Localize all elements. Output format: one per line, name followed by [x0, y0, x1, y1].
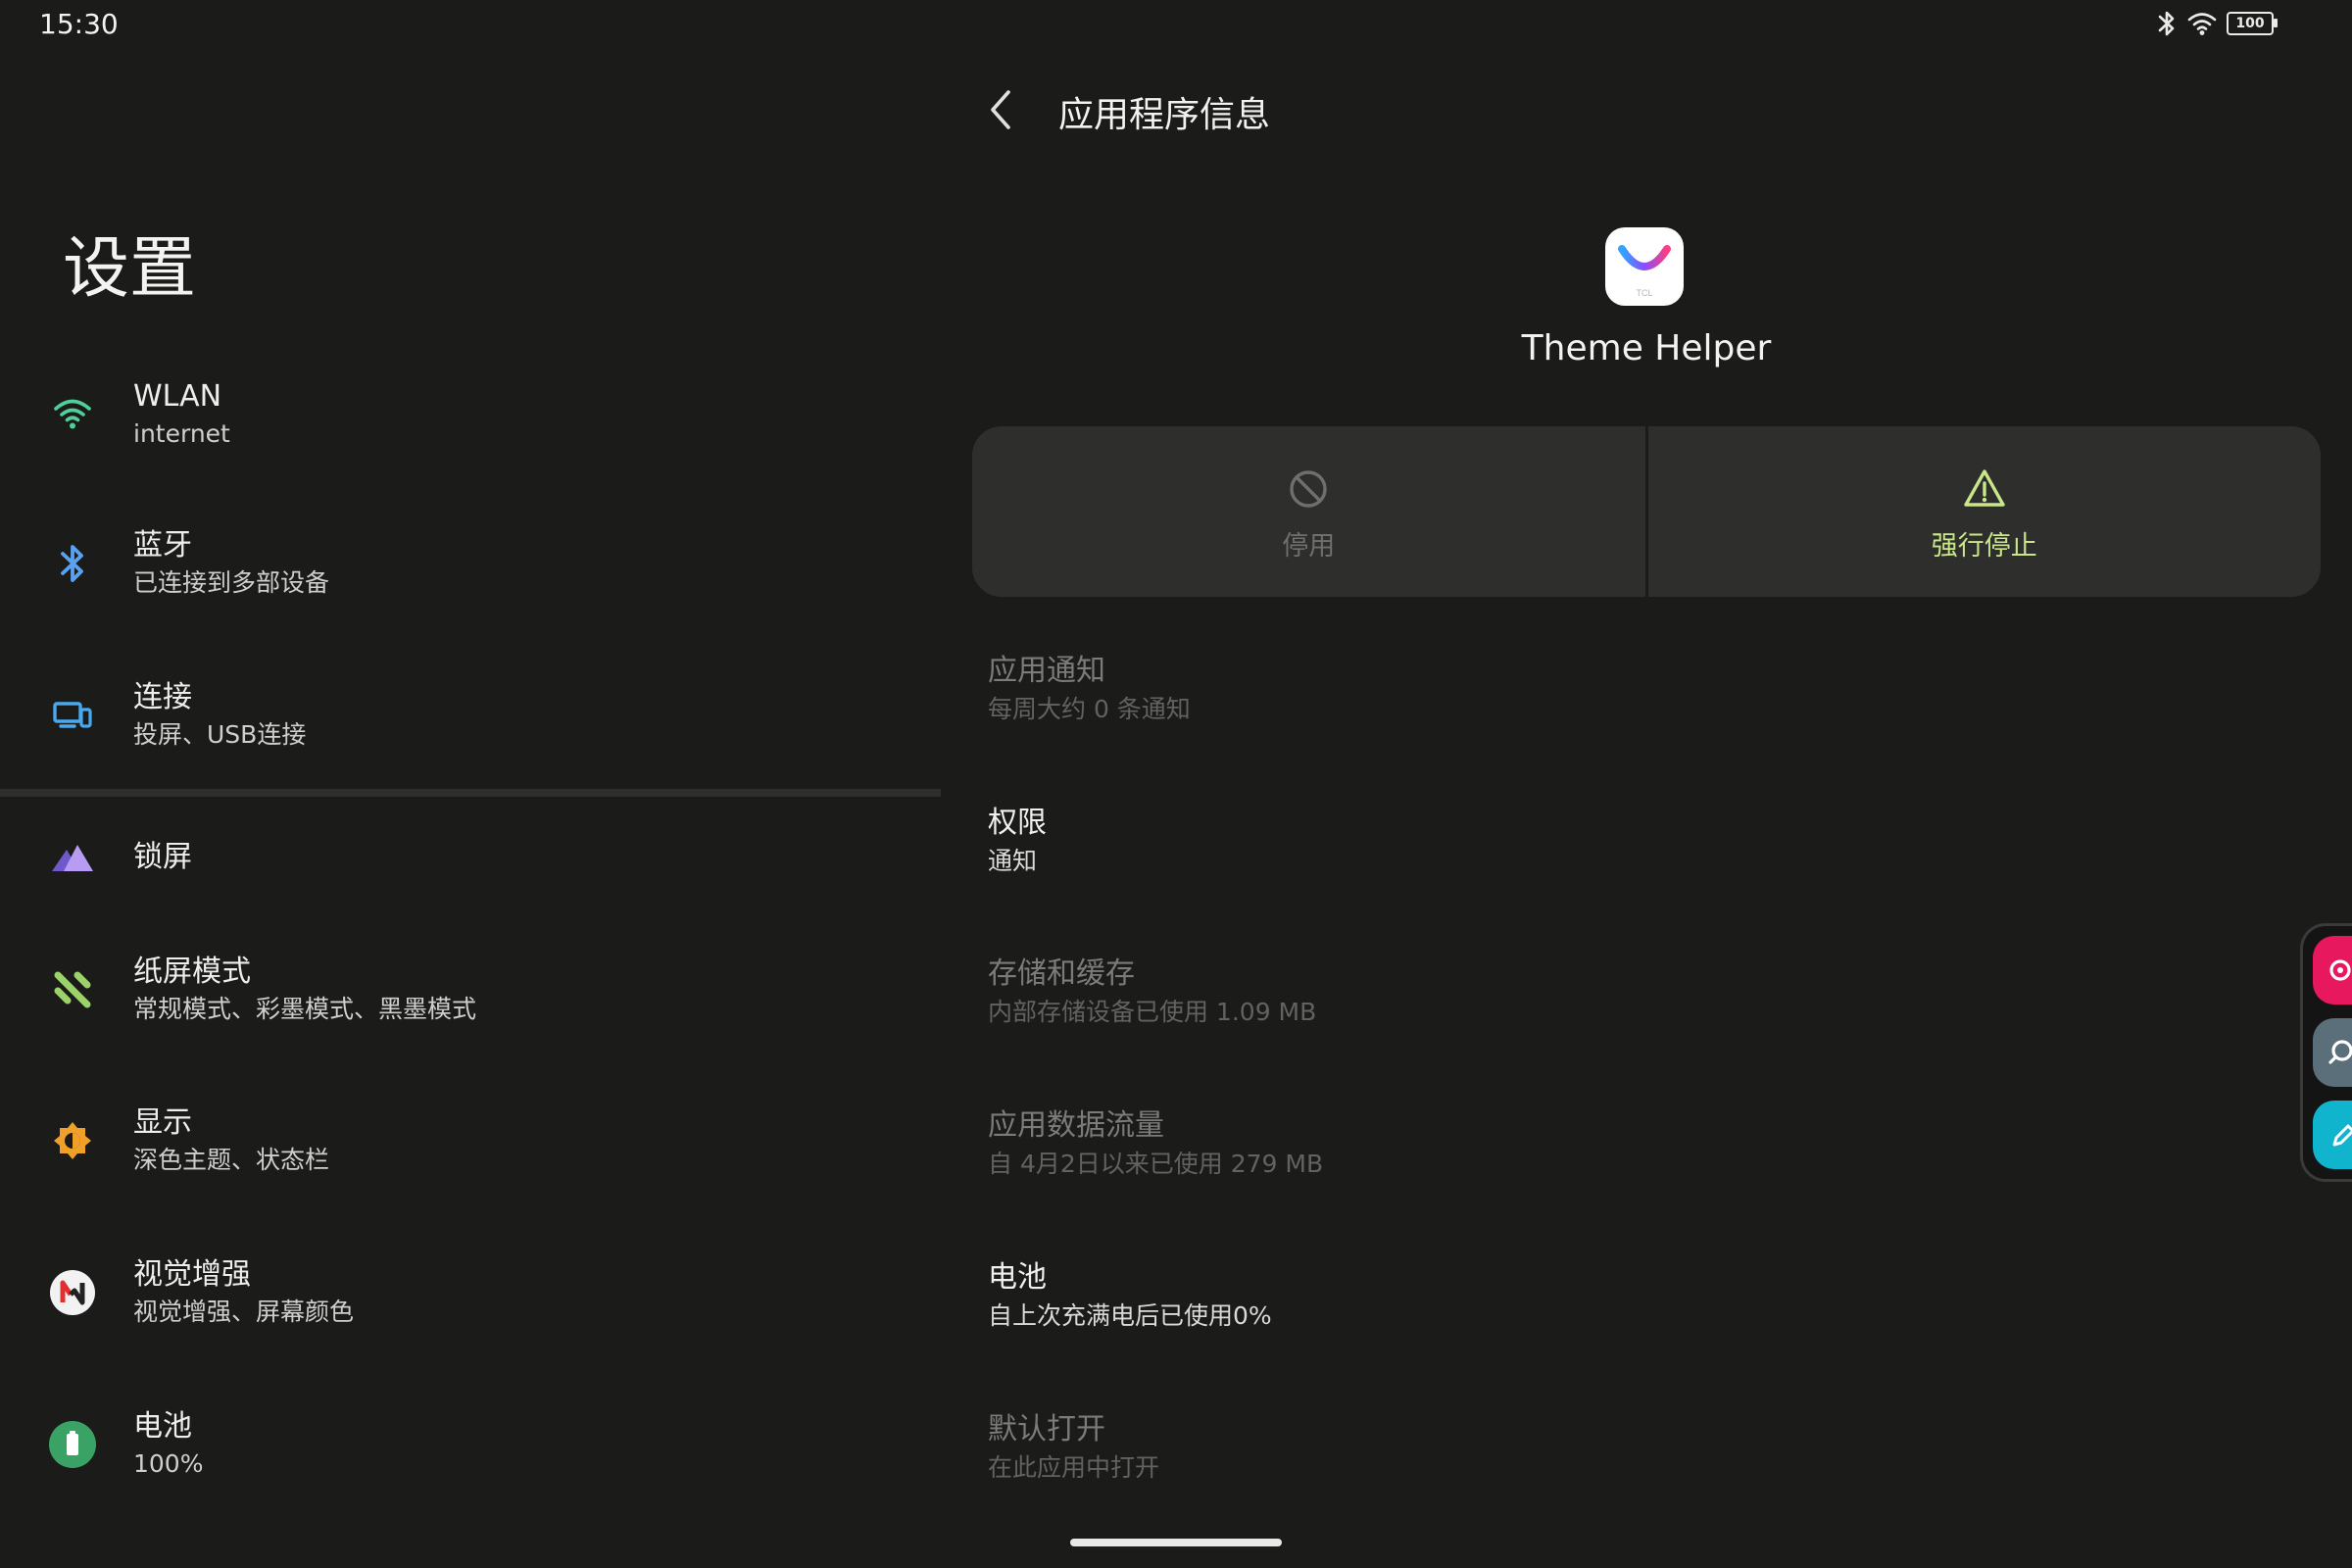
- info-item-label: 默认打开: [988, 1412, 1105, 1446]
- settings-item-visual-enhance[interactable]: 视觉增强 视觉增强、屏幕颜色: [0, 1224, 941, 1361]
- settings-item-subtitle: 常规模式、彩墨模式、黑墨模式: [133, 995, 477, 1023]
- app-info-pane: 应用程序信息 TCL Theme Helper 停用 强行停止 应用通知 每周大…: [941, 0, 2352, 1568]
- info-item-label: 应用数据流量: [988, 1108, 1164, 1143]
- settings-item-subtitle: 投屏、USB连接: [133, 720, 307, 749]
- settings-item-battery[interactable]: 电池 100%: [0, 1376, 941, 1513]
- disable-label: 停用: [1282, 531, 1336, 562]
- settings-pane: 设置 WLAN internet 蓝牙 已连接到多部设备 连接 投屏、USB连接…: [0, 0, 941, 1568]
- search-button[interactable]: [2313, 1018, 2352, 1087]
- force-stop-label: 强行停止: [1931, 531, 2037, 562]
- screenshot-button[interactable]: [2313, 936, 2352, 1004]
- settings-item-label: 蓝牙: [133, 528, 192, 563]
- page-title-settings: 设置: [63, 230, 197, 308]
- visual-enhance-icon: [45, 1265, 100, 1320]
- screenshot-icon: [2329, 959, 2351, 981]
- force-stop-button[interactable]: 强行停止: [1644, 426, 2322, 597]
- page-title: 应用程序信息: [1058, 95, 1271, 135]
- pen-button[interactable]: [2313, 1101, 2352, 1169]
- disable-icon: [1290, 470, 1327, 508]
- settings-item-label: 锁屏: [133, 840, 192, 874]
- info-item-label: 存储和缓存: [988, 956, 1135, 991]
- settings-item-subtitle: 100%: [133, 1449, 204, 1478]
- battery-icon: [45, 1417, 100, 1472]
- settings-item-display[interactable]: 显示 深色主题、状态栏: [0, 1072, 941, 1209]
- info-item-subtitle: 每周大约 0 条通知: [988, 695, 1191, 723]
- permissions-item[interactable]: 权限 通知: [988, 804, 1047, 880]
- display-icon: [45, 1113, 100, 1168]
- settings-item-wlan[interactable]: WLAN internet: [0, 345, 941, 482]
- info-item-label: 应用通知: [988, 654, 1105, 688]
- settings-item-subtitle: 已连接到多部设备: [133, 568, 330, 597]
- settings-item-label: WLAN: [133, 379, 222, 414]
- paper-mode-icon: [45, 962, 100, 1017]
- app-notifications-item[interactable]: 应用通知 每周大约 0 条通知: [988, 652, 1191, 728]
- settings-item-label: 显示: [133, 1105, 192, 1140]
- info-item-subtitle: 自上次充满电后已使用0%: [988, 1301, 1272, 1330]
- settings-item-bluetooth[interactable]: 蓝牙 已连接到多部设备: [0, 495, 941, 632]
- wifi-icon: [45, 386, 100, 441]
- app-action-bar: 停用 强行停止: [972, 426, 2321, 597]
- info-item-subtitle: 自 4月2日以来已使用 279 MB: [988, 1150, 1324, 1178]
- search-icon: [2328, 1040, 2352, 1064]
- svg-text:TCL: TCL: [1636, 288, 1652, 298]
- lockscreen-icon: [45, 830, 100, 885]
- info-item-label: 权限: [988, 806, 1047, 840]
- battery-usage-item[interactable]: 电池 自上次充满电后已使用0%: [988, 1258, 1272, 1335]
- app-icon: TCL: [1605, 227, 1684, 306]
- settings-item-label: 电池: [133, 1409, 192, 1444]
- warning-icon: [1964, 469, 2005, 507]
- devices-icon: [45, 688, 100, 743]
- settings-item-paper-mode[interactable]: 纸屏模式 常规模式、彩墨模式、黑墨模式: [0, 921, 941, 1058]
- settings-item-subtitle: internet: [133, 419, 230, 448]
- info-item-subtitle: 通知: [988, 847, 1038, 875]
- settings-item-connection[interactable]: 连接 投屏、USB连接: [0, 647, 941, 784]
- settings-item-label: 视觉增强: [133, 1257, 251, 1292]
- info-item-subtitle: 内部存储设备已使用 1.09 MB: [988, 998, 1317, 1026]
- settings-item-label: 连接: [133, 680, 192, 714]
- info-item-label: 电池: [988, 1260, 1047, 1295]
- settings-item-subtitle: 视觉增强、屏幕颜色: [133, 1298, 355, 1326]
- home-indicator[interactable]: [1070, 1539, 1282, 1546]
- bluetooth-icon: [45, 536, 100, 591]
- open-by-default-item[interactable]: 默认打开 在此应用中打开: [988, 1410, 1159, 1487]
- chevron-left-icon: [991, 90, 1010, 129]
- info-item-subtitle: 在此应用中打开: [988, 1453, 1160, 1482]
- data-usage-item[interactable]: 应用数据流量 自 4月2日以来已使用 279 MB: [988, 1106, 1323, 1183]
- settings-item-subtitle: 深色主题、状态栏: [133, 1146, 330, 1174]
- settings-item-label: 纸屏模式: [133, 955, 251, 989]
- pen-icon: [2332, 1124, 2352, 1147]
- settings-item-lockscreen[interactable]: 锁屏: [0, 789, 941, 926]
- app-name: Theme Helper: [1521, 328, 1772, 368]
- disable-button[interactable]: 停用: [972, 426, 1645, 597]
- back-button[interactable]: [972, 80, 1031, 139]
- storage-cache-item[interactable]: 存储和缓存 内部存储设备已使用 1.09 MB: [988, 955, 1316, 1031]
- floating-toolbar: [2300, 923, 2352, 1182]
